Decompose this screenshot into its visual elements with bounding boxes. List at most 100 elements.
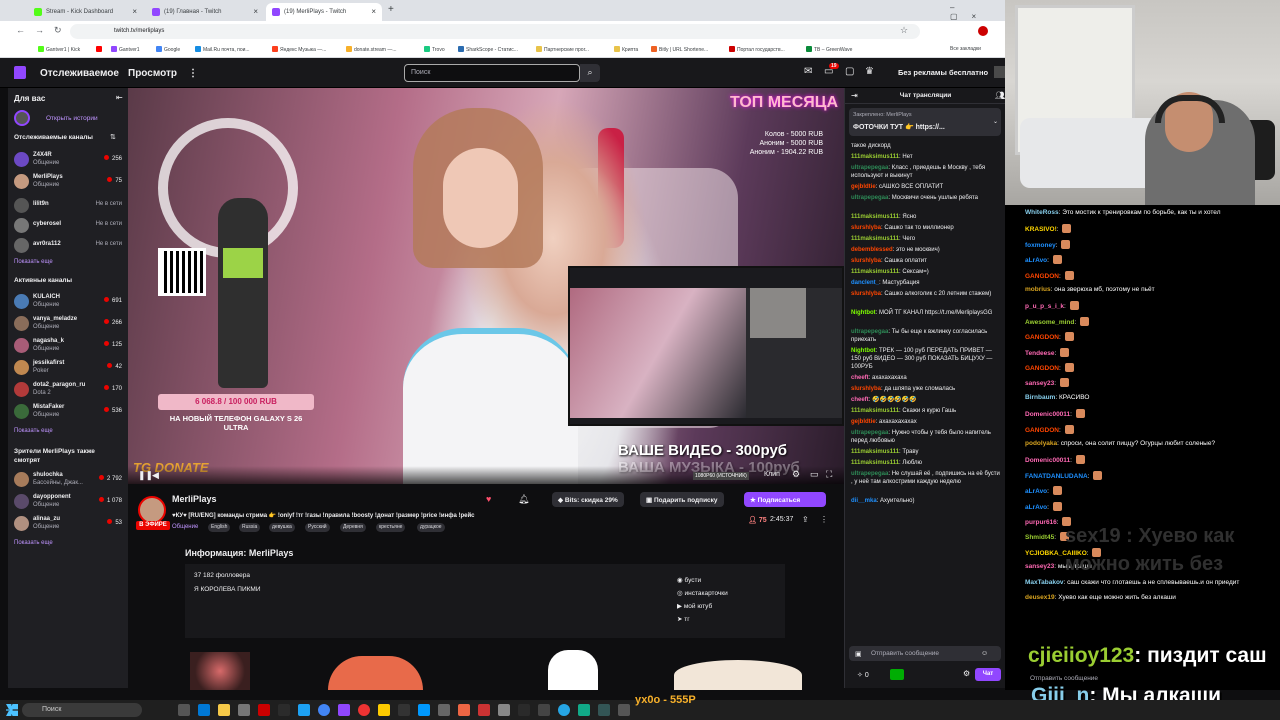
prime-offer[interactable]: Без рекламы бесплатно [898, 68, 988, 77]
social-link[interactable]: ▶ мой ютуб [677, 602, 712, 610]
app-icon[interactable] [418, 704, 430, 716]
app-icon[interactable] [518, 704, 530, 716]
close-icon[interactable]: × [371, 7, 376, 16]
app-icon[interactable] [298, 704, 310, 716]
chat-username[interactable]: Nightbot [851, 310, 876, 316]
social-link[interactable]: ➤ тг [677, 615, 690, 623]
bookmark[interactable]: Trovo [424, 46, 445, 53]
video-player[interactable]: ТОП МЕСЯЦА Колов - 5000 RUB Аноним - 5000… [128, 88, 844, 484]
chevron-down-icon[interactable]: ⌄ [993, 118, 998, 125]
chat-username[interactable]: dii__mka [851, 498, 877, 504]
bookmark-folder[interactable]: Все закладки [950, 46, 981, 52]
chat-username[interactable]: gejbldtie [851, 419, 876, 425]
bookmark[interactable]: Google [156, 46, 180, 53]
streamer-name[interactable]: MerliPlays [172, 494, 217, 504]
chat-username[interactable]: gejbldtie [851, 184, 876, 190]
bookmark[interactable]: Gantver1 [111, 46, 140, 53]
nav-buttons[interactable]: ←→↻ [16, 25, 72, 36]
volume-icon[interactable]: ◀ [152, 470, 159, 481]
sidebar-channel[interactable]: dota2_paragon_ru Dota 2 170 [14, 380, 126, 402]
chat-username[interactable]: 111maksimus111 [851, 449, 899, 455]
panel-image[interactable] [674, 660, 802, 690]
sidebar-channel[interactable]: vanya_meladze Общение 266 [14, 314, 126, 336]
emote-icon[interactable]: ☺ [981, 650, 988, 657]
close-icon[interactable]: × [132, 7, 137, 16]
show-more-link[interactable]: Показать еще [14, 428, 53, 434]
panel-image[interactable] [190, 652, 250, 690]
chrome-icon[interactable] [318, 704, 330, 716]
app-icon[interactable] [338, 704, 350, 716]
chat-username[interactable]: slurshlyba [851, 258, 881, 264]
stream-tag[interactable]: Деревня [340, 523, 366, 532]
chat-username[interactable]: 111maksimus111 [851, 269, 899, 275]
app-icon[interactable] [238, 704, 250, 716]
whispers-icon[interactable]: ▢ [845, 66, 854, 77]
app-icon[interactable] [378, 704, 390, 716]
app-icon[interactable] [578, 704, 590, 716]
sidebar-channel[interactable]: shulochka Бассейны, Джак... 2 792 [14, 470, 126, 492]
clip-button[interactable]: Клип [764, 471, 780, 478]
app-icon[interactable] [358, 704, 370, 716]
avatar[interactable] [994, 66, 1005, 78]
bookmark[interactable]: donate.stream —... [346, 46, 397, 53]
stream-tag[interactable]: крестьяне [376, 523, 406, 532]
chat-username[interactable]: ultrapepegaa [851, 195, 888, 201]
app-icon[interactable] [398, 704, 410, 716]
stream-tag[interactable]: Russia [239, 523, 261, 532]
inbox-icon[interactable]: ✉ [804, 66, 812, 77]
channel-points[interactable]: ✧ 0 [857, 671, 869, 679]
sidebar-channel[interactable]: KULAICH Общение 691 [14, 292, 126, 314]
bookmark[interactable]: TB – GreenWave [806, 46, 852, 53]
twitch-logo-icon[interactable] [14, 66, 26, 79]
app-icon[interactable] [438, 704, 450, 716]
app-icon[interactable] [618, 704, 630, 716]
theatre-icon[interactable]: ▭ [810, 469, 819, 480]
chat-username[interactable]: 111maksimus111 [851, 154, 899, 160]
pinned-message[interactable]: Закреплено: MerliPlays ФОТОЧКИ ТУТ 👉 htt… [849, 108, 1001, 136]
chat-username[interactable]: 111maksimus111 [851, 214, 899, 220]
panel-image[interactable] [548, 650, 598, 690]
app-icon[interactable] [598, 704, 610, 716]
sidebar-channel[interactable]: Z4X4R Общение 256 [14, 150, 126, 172]
gear-icon[interactable]: ⚙ [963, 669, 970, 678]
telegram-icon[interactable] [558, 704, 570, 716]
points-bonus-icon[interactable] [890, 669, 904, 680]
bookmark[interactable]: Яндекс Музыка —... [272, 46, 326, 53]
app-icon[interactable] [498, 704, 510, 716]
chat-username[interactable]: ultrapepegaa [851, 165, 888, 171]
show-more-link[interactable]: Показать еще [14, 540, 53, 546]
chat-username[interactable]: debemblessed [851, 247, 893, 253]
folder-icon[interactable] [218, 704, 230, 716]
url-input[interactable]: twitch.tv/merliplays [70, 24, 920, 39]
stream-tag[interactable]: Русский [305, 523, 330, 532]
window-controls[interactable]: –▢× [950, 3, 1005, 21]
chat-username[interactable]: 111maksimus111 [851, 236, 899, 242]
taskbar-search[interactable]: Поиск [22, 703, 142, 717]
sidebar-channel[interactable]: lilit9n Не в сети [14, 196, 126, 218]
bookmark[interactable]: Gantver1 | Kick [38, 46, 80, 53]
app-icon[interactable] [478, 704, 490, 716]
social-link[interactable]: ◉ бусти [677, 576, 701, 584]
chat-username[interactable]: 111maksimus111 [851, 460, 899, 466]
rewards-icon[interactable]: ▣ [855, 650, 862, 658]
chat-username[interactable]: Nightbot [851, 348, 876, 354]
prime-crown-icon[interactable]: ♛ [865, 66, 874, 77]
browser-tab[interactable]: (19) Главная - Twitch × [146, 3, 264, 21]
bits-button[interactable]: ◆ Bits: скидка 29% [552, 492, 624, 507]
app-icon[interactable] [538, 704, 550, 716]
app-icon[interactable] [458, 704, 470, 716]
chat-username[interactable]: slurshlyba [851, 225, 881, 231]
sidebar-channel[interactable]: MerliPlays Общение 75 [14, 172, 126, 194]
new-tab-button[interactable]: + [388, 4, 394, 15]
subscribe-button[interactable]: ★ Подписаться [744, 492, 826, 507]
nav-following[interactable]: Отслеживаемое [40, 68, 119, 79]
sidebar-channel[interactable]: cyberosel Не в сети [14, 216, 126, 238]
sidebar-channel[interactable]: alinaa_zu Общение 53 [14, 514, 126, 536]
show-more-link[interactable]: Показать еще [14, 259, 53, 265]
search-input[interactable]: Поиск [404, 64, 580, 82]
star-icon[interactable]: ☆ [900, 25, 908, 36]
avatar[interactable] [978, 26, 988, 36]
stream-tag[interactable]: English [208, 523, 231, 532]
chat-username[interactable]: cheeft [851, 397, 869, 403]
share-icon[interactable]: ⇪ [802, 515, 809, 524]
